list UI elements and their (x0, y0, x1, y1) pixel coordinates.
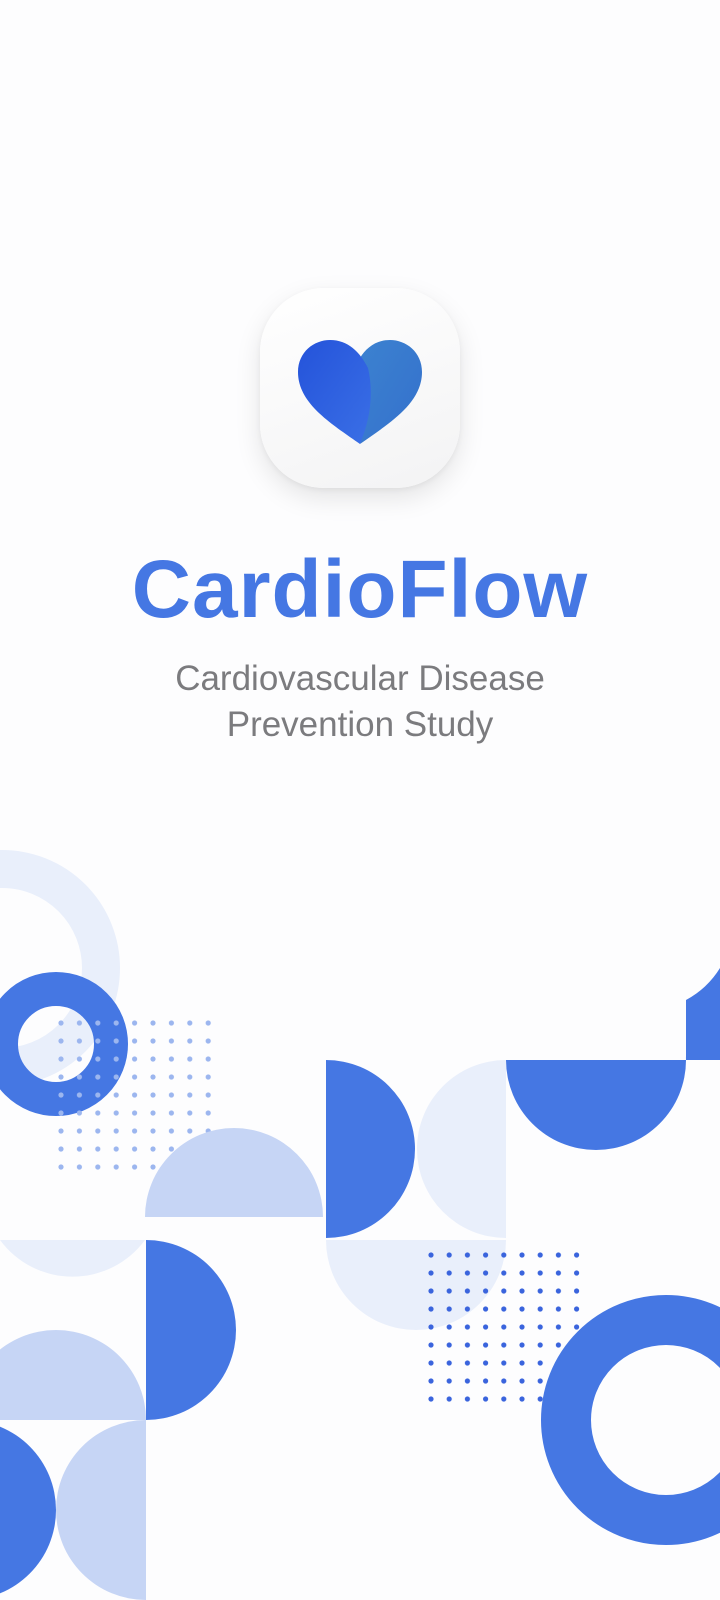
subtitle-line-1: Cardiovascular Disease (175, 659, 545, 698)
decorative-geometric-pattern (0, 850, 720, 1600)
app-subtitle: Cardiovascular Disease Prevention Study (0, 656, 720, 748)
subtitle-line-2: Prevention Study (226, 705, 494, 744)
heart-icon (298, 340, 422, 444)
app-title: CardioFlow (131, 544, 589, 635)
splash-screen: CardioFlow Cardiovascular Disease Preven… (0, 0, 720, 1600)
app-icon-tile (260, 288, 460, 488)
